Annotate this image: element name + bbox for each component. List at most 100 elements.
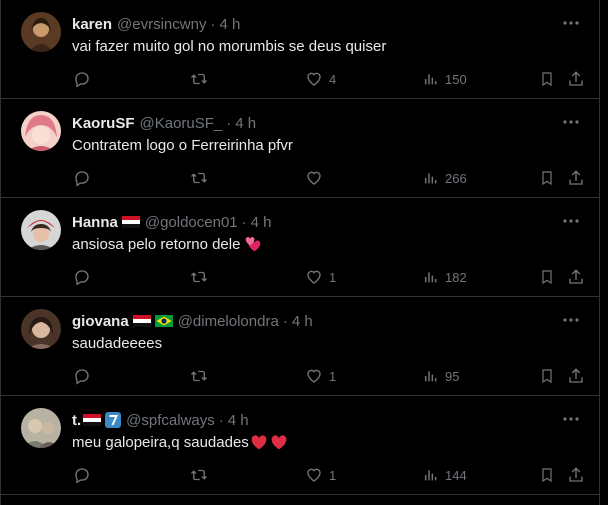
like-button[interactable]: 1 <box>305 464 336 486</box>
share-icon <box>569 368 583 383</box>
timestamp[interactable]: 4 h <box>228 412 249 429</box>
heart-emoji-icon <box>246 237 261 252</box>
views-button[interactable]: 150 <box>423 68 467 90</box>
views-icon <box>424 74 437 85</box>
tweet-text-content: saudadeeees <box>72 334 163 352</box>
like-button[interactable]: 1 <box>305 365 336 387</box>
bookmark-button[interactable] <box>539 167 555 189</box>
more-icon[interactable] <box>561 411 581 427</box>
views-icon <box>424 272 437 283</box>
reply-icon <box>75 270 89 286</box>
tweet[interactable]: KaoruSF @KaoruSF_ · 4 h Contratem logo o… <box>1 99 599 198</box>
tweet[interactable]: t. @spfcalways · 4 h meu galopeira,q sau… <box>1 396 599 495</box>
retweet-icon <box>191 172 207 184</box>
view-count: 144 <box>445 467 467 483</box>
tweet-text-content: Contratem logo o Ferreirinha pfvr <box>72 136 293 154</box>
share-button[interactable] <box>567 167 585 189</box>
views-button[interactable]: 182 <box>423 266 467 288</box>
separator-dot: · <box>210 15 216 33</box>
egypt-flag-icon <box>121 216 140 228</box>
avatar[interactable] <box>21 309 61 349</box>
reply-button[interactable] <box>73 266 91 288</box>
tweet[interactable]: karen @evrsincwny · 4 h vai fazer muito … <box>1 0 599 99</box>
reply-icon <box>75 171 89 187</box>
retweet-button[interactable] <box>189 167 209 189</box>
bookmark-button[interactable] <box>539 266 555 288</box>
like-count: 1 <box>329 269 337 285</box>
more-icon[interactable] <box>561 15 581 31</box>
egypt-flag-icon <box>132 315 151 327</box>
like-button[interactable]: 1 <box>305 266 336 288</box>
avatar[interactable] <box>21 408 61 448</box>
seven-keycap-icon <box>105 412 122 428</box>
retweet-icon <box>191 73 207 85</box>
avatar[interactable] <box>21 111 61 151</box>
like-count: 1 <box>329 467 337 483</box>
display-name[interactable]: giovana <box>72 313 129 330</box>
retweet-button[interactable] <box>189 266 209 288</box>
retweet-button[interactable] <box>189 365 209 387</box>
view-count: 150 <box>445 71 467 87</box>
reply-icon <box>75 72 89 88</box>
retweet-button[interactable] <box>189 464 209 486</box>
view-count: 182 <box>445 269 467 285</box>
bookmark-button[interactable] <box>539 365 555 387</box>
more-icon[interactable] <box>561 213 581 229</box>
bookmark-icon <box>542 468 552 483</box>
display-name[interactable]: KaoruSF <box>72 115 135 132</box>
timestamp[interactable]: 4 h <box>219 16 240 33</box>
tweet-text: meu galopeira,q saudades <box>72 432 288 452</box>
tweet[interactable]: giovana @dimelolondra · 4 h saudadeeees … <box>1 297 599 396</box>
tweet-text-content: vai fazer muito gol no morumbis se deus … <box>72 37 387 55</box>
views-button[interactable]: 95 <box>423 365 459 387</box>
like-button[interactable] <box>305 167 329 189</box>
display-name[interactable]: karen <box>72 16 112 33</box>
reply-button[interactable] <box>73 365 91 387</box>
tweet-actions: 1 144 <box>73 464 587 486</box>
user-handle[interactable]: @dimelolondra <box>178 313 279 330</box>
timestamp[interactable]: 4 h <box>235 115 256 132</box>
retweet-icon <box>191 271 207 283</box>
more-icon[interactable] <box>561 114 581 130</box>
view-count: 266 <box>445 170 467 186</box>
timestamp[interactable]: 4 h <box>292 313 313 330</box>
views-button[interactable]: 144 <box>423 464 467 486</box>
like-count: 1 <box>329 368 337 384</box>
views-icon <box>424 173 437 184</box>
display-name[interactable]: t. <box>72 412 81 429</box>
share-icon <box>569 170 583 185</box>
like-icon <box>307 72 321 86</box>
avatar[interactable] <box>21 12 61 52</box>
reply-button[interactable] <box>73 167 91 189</box>
reply-button[interactable] <box>73 464 91 486</box>
tweet-actions: 1 95 <box>73 365 587 387</box>
share-button[interactable] <box>567 464 585 486</box>
display-name[interactable]: Hanna <box>72 214 118 231</box>
bookmark-button[interactable] <box>539 464 555 486</box>
bookmark-icon <box>542 171 552 186</box>
retweet-icon <box>191 469 207 481</box>
views-icon <box>424 470 437 481</box>
like-button[interactable]: 4 <box>305 68 336 90</box>
retweet-button[interactable] <box>189 68 209 90</box>
tweet[interactable]: Hanna @goldocen01 · 4 h ansiosa pelo ret… <box>1 198 599 297</box>
avatar[interactable] <box>21 210 61 250</box>
share-button[interactable] <box>567 365 585 387</box>
tweet-text: Contratem logo o Ferreirinha pfvr <box>72 135 293 155</box>
bookmark-button[interactable] <box>539 68 555 90</box>
user-handle[interactable]: @goldocen01 <box>145 214 238 231</box>
reply-icon <box>75 369 89 385</box>
share-button[interactable] <box>567 68 585 90</box>
share-icon <box>569 467 583 482</box>
retweet-icon <box>191 370 207 382</box>
reply-button[interactable] <box>73 68 91 90</box>
more-icon[interactable] <box>561 312 581 328</box>
views-button[interactable]: 266 <box>423 167 467 189</box>
user-handle[interactable]: @spfcalways <box>126 412 215 429</box>
timestamp[interactable]: 4 h <box>251 214 272 231</box>
view-count: 95 <box>445 368 460 384</box>
share-button[interactable] <box>567 266 585 288</box>
user-handle[interactable]: @evrsincwny <box>117 16 206 33</box>
timeline-feed: karen @evrsincwny · 4 h vai fazer muito … <box>0 0 600 505</box>
user-handle[interactable]: @KaoruSF_ <box>140 115 223 132</box>
